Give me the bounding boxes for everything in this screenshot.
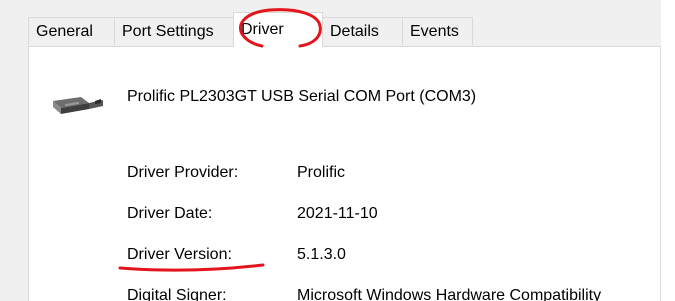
tab-events[interactable]: Events: [402, 17, 473, 45]
driver-provider-value: Prolific: [297, 164, 346, 181]
driver-tab-panel: Prolific PL2303GT USB Serial COM Port (C…: [28, 46, 661, 301]
digital-signer-value: Microsoft Windows Hardware Compatibility: [297, 287, 602, 301]
tab-port-settings[interactable]: Port Settings: [114, 17, 235, 45]
driver-version-value: 5.1.3.0: [297, 246, 346, 263]
driver-version-label: Driver Version:: [127, 246, 232, 263]
driver-date-value: 2021-11-10: [297, 205, 378, 222]
tab-driver[interactable]: Driver: [233, 12, 323, 47]
tab-general[interactable]: General: [28, 17, 115, 45]
digital-signer-label: Digital Signer:: [127, 287, 227, 301]
driver-provider-label: Driver Provider:: [127, 164, 239, 181]
device-name: Prolific PL2303GT USB Serial COM Port (C…: [127, 88, 477, 105]
tab-strip: General Port Settings Driver Details Eve…: [18, 0, 675, 47]
window-margin: [661, 0, 675, 301]
properties-dialog: General Port Settings Driver Details Eve…: [0, 0, 675, 301]
serial-port-connector-icon: [53, 97, 103, 114]
driver-date-label: Driver Date:: [127, 205, 213, 222]
tab-details[interactable]: Details: [322, 17, 403, 45]
